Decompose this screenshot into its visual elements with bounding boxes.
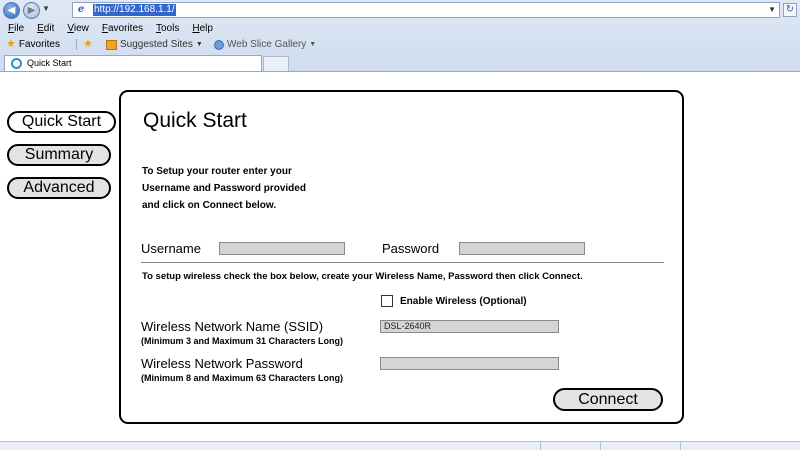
menu-view[interactable]: View	[67, 21, 89, 36]
web-slice-icon	[214, 39, 224, 50]
sidebar-item-advanced[interactable]: Advanced	[7, 177, 111, 199]
tab-bar: Quick Start	[0, 53, 800, 72]
favorites-button[interactable]: ★ Favorites	[6, 36, 60, 53]
suggested-sites-icon	[106, 39, 117, 50]
address-dropdown-icon[interactable]: ▼	[768, 4, 776, 16]
ssid-label: Wireless Network Name (SSID)	[141, 319, 324, 334]
divider	[141, 262, 664, 263]
connect-button[interactable]: Connect	[553, 388, 663, 411]
menu-tools[interactable]: Tools	[156, 21, 179, 36]
new-tab-button[interactable]	[263, 56, 289, 72]
username-label: Username	[141, 241, 201, 256]
web-slice-gallery-button[interactable]: Web Slice Gallery ▼	[214, 36, 316, 53]
refresh-icon: ↻	[785, 4, 795, 15]
chevron-down-icon: ▼	[195, 41, 203, 48]
sidebar-item-summary[interactable]: Summary	[7, 144, 111, 166]
password-label: Password	[382, 241, 440, 256]
suggested-sites-label: Suggested Sites	[120, 39, 193, 50]
menu-file[interactable]: File	[8, 21, 24, 36]
enable-wireless-checkbox[interactable]	[381, 295, 393, 307]
address-bar[interactable]: e http://192.168.1.1/ ▼	[72, 2, 780, 18]
forward-button[interactable]: ▶	[23, 2, 40, 19]
menu-edit[interactable]: Edit	[37, 21, 54, 36]
wifi-password-label: Wireless Network Password	[141, 356, 303, 371]
password-input[interactable]	[459, 242, 585, 255]
username-input[interactable]	[219, 242, 345, 255]
sidebar-item-quick-start[interactable]: Quick Start	[7, 111, 116, 133]
ssid-input[interactable]: DSL-2640R	[380, 320, 559, 333]
back-arrow-icon: ◀	[7, 4, 16, 16]
address-row: ◀ ▶ ▼ e http://192.168.1.1/ ▼ ↻	[0, 0, 800, 20]
quick-start-panel: Quick Start To Setup your router enter y…	[119, 90, 684, 424]
add-favorite-icon[interactable]: ★	[83, 36, 93, 53]
menu-help[interactable]: Help	[192, 21, 213, 36]
loading-icon	[11, 58, 22, 69]
star-icon: ★	[6, 38, 16, 50]
divider	[680, 442, 681, 450]
wifi-password-input[interactable]	[380, 357, 559, 370]
tab-quick-start[interactable]: Quick Start	[4, 55, 262, 72]
forward-arrow-icon: ▶	[27, 4, 36, 16]
back-button[interactable]: ◀	[3, 2, 20, 19]
page-title: Quick Start	[143, 109, 247, 132]
ssid-hint: (Minimum 3 and Maximum 31 Characters Lon…	[141, 336, 344, 346]
browser-chrome: ◀ ▶ ▼ e http://192.168.1.1/ ▼ ↻ File Edi…	[0, 0, 800, 72]
divider	[76, 39, 77, 50]
page-icon: e	[77, 4, 85, 15]
status-bar	[0, 441, 800, 450]
history-dropdown-icon[interactable]: ▼	[42, 4, 50, 13]
tab-title: Quick Start	[27, 58, 72, 68]
favorites-bar: ★ Favorites ★ Suggested Sites ▼ Web Slic…	[0, 36, 800, 53]
chevron-down-icon: ▼	[309, 41, 317, 48]
enable-wireless-label: Enable Wireless (Optional)	[400, 296, 527, 307]
refresh-button[interactable]: ↻	[783, 3, 797, 17]
wireless-instructions: To setup wireless check the box below, c…	[142, 271, 583, 282]
divider	[540, 442, 541, 450]
wifi-password-hint: (Minimum 8 and Maximum 63 Characters Lon…	[141, 373, 344, 383]
intro-text: To Setup your router enter your Username…	[142, 166, 306, 211]
menu-favorites[interactable]: Favorites	[102, 21, 143, 36]
menu-bar: File Edit View Favorites Tools Help	[0, 21, 800, 36]
favorites-label: Favorites	[18, 39, 60, 50]
web-slice-label: Web Slice Gallery	[227, 39, 307, 50]
suggested-sites-button[interactable]: Suggested Sites ▼	[106, 36, 203, 53]
divider	[0, 71, 800, 72]
address-url[interactable]: http://192.168.1.1/	[93, 4, 176, 16]
divider	[600, 442, 601, 450]
